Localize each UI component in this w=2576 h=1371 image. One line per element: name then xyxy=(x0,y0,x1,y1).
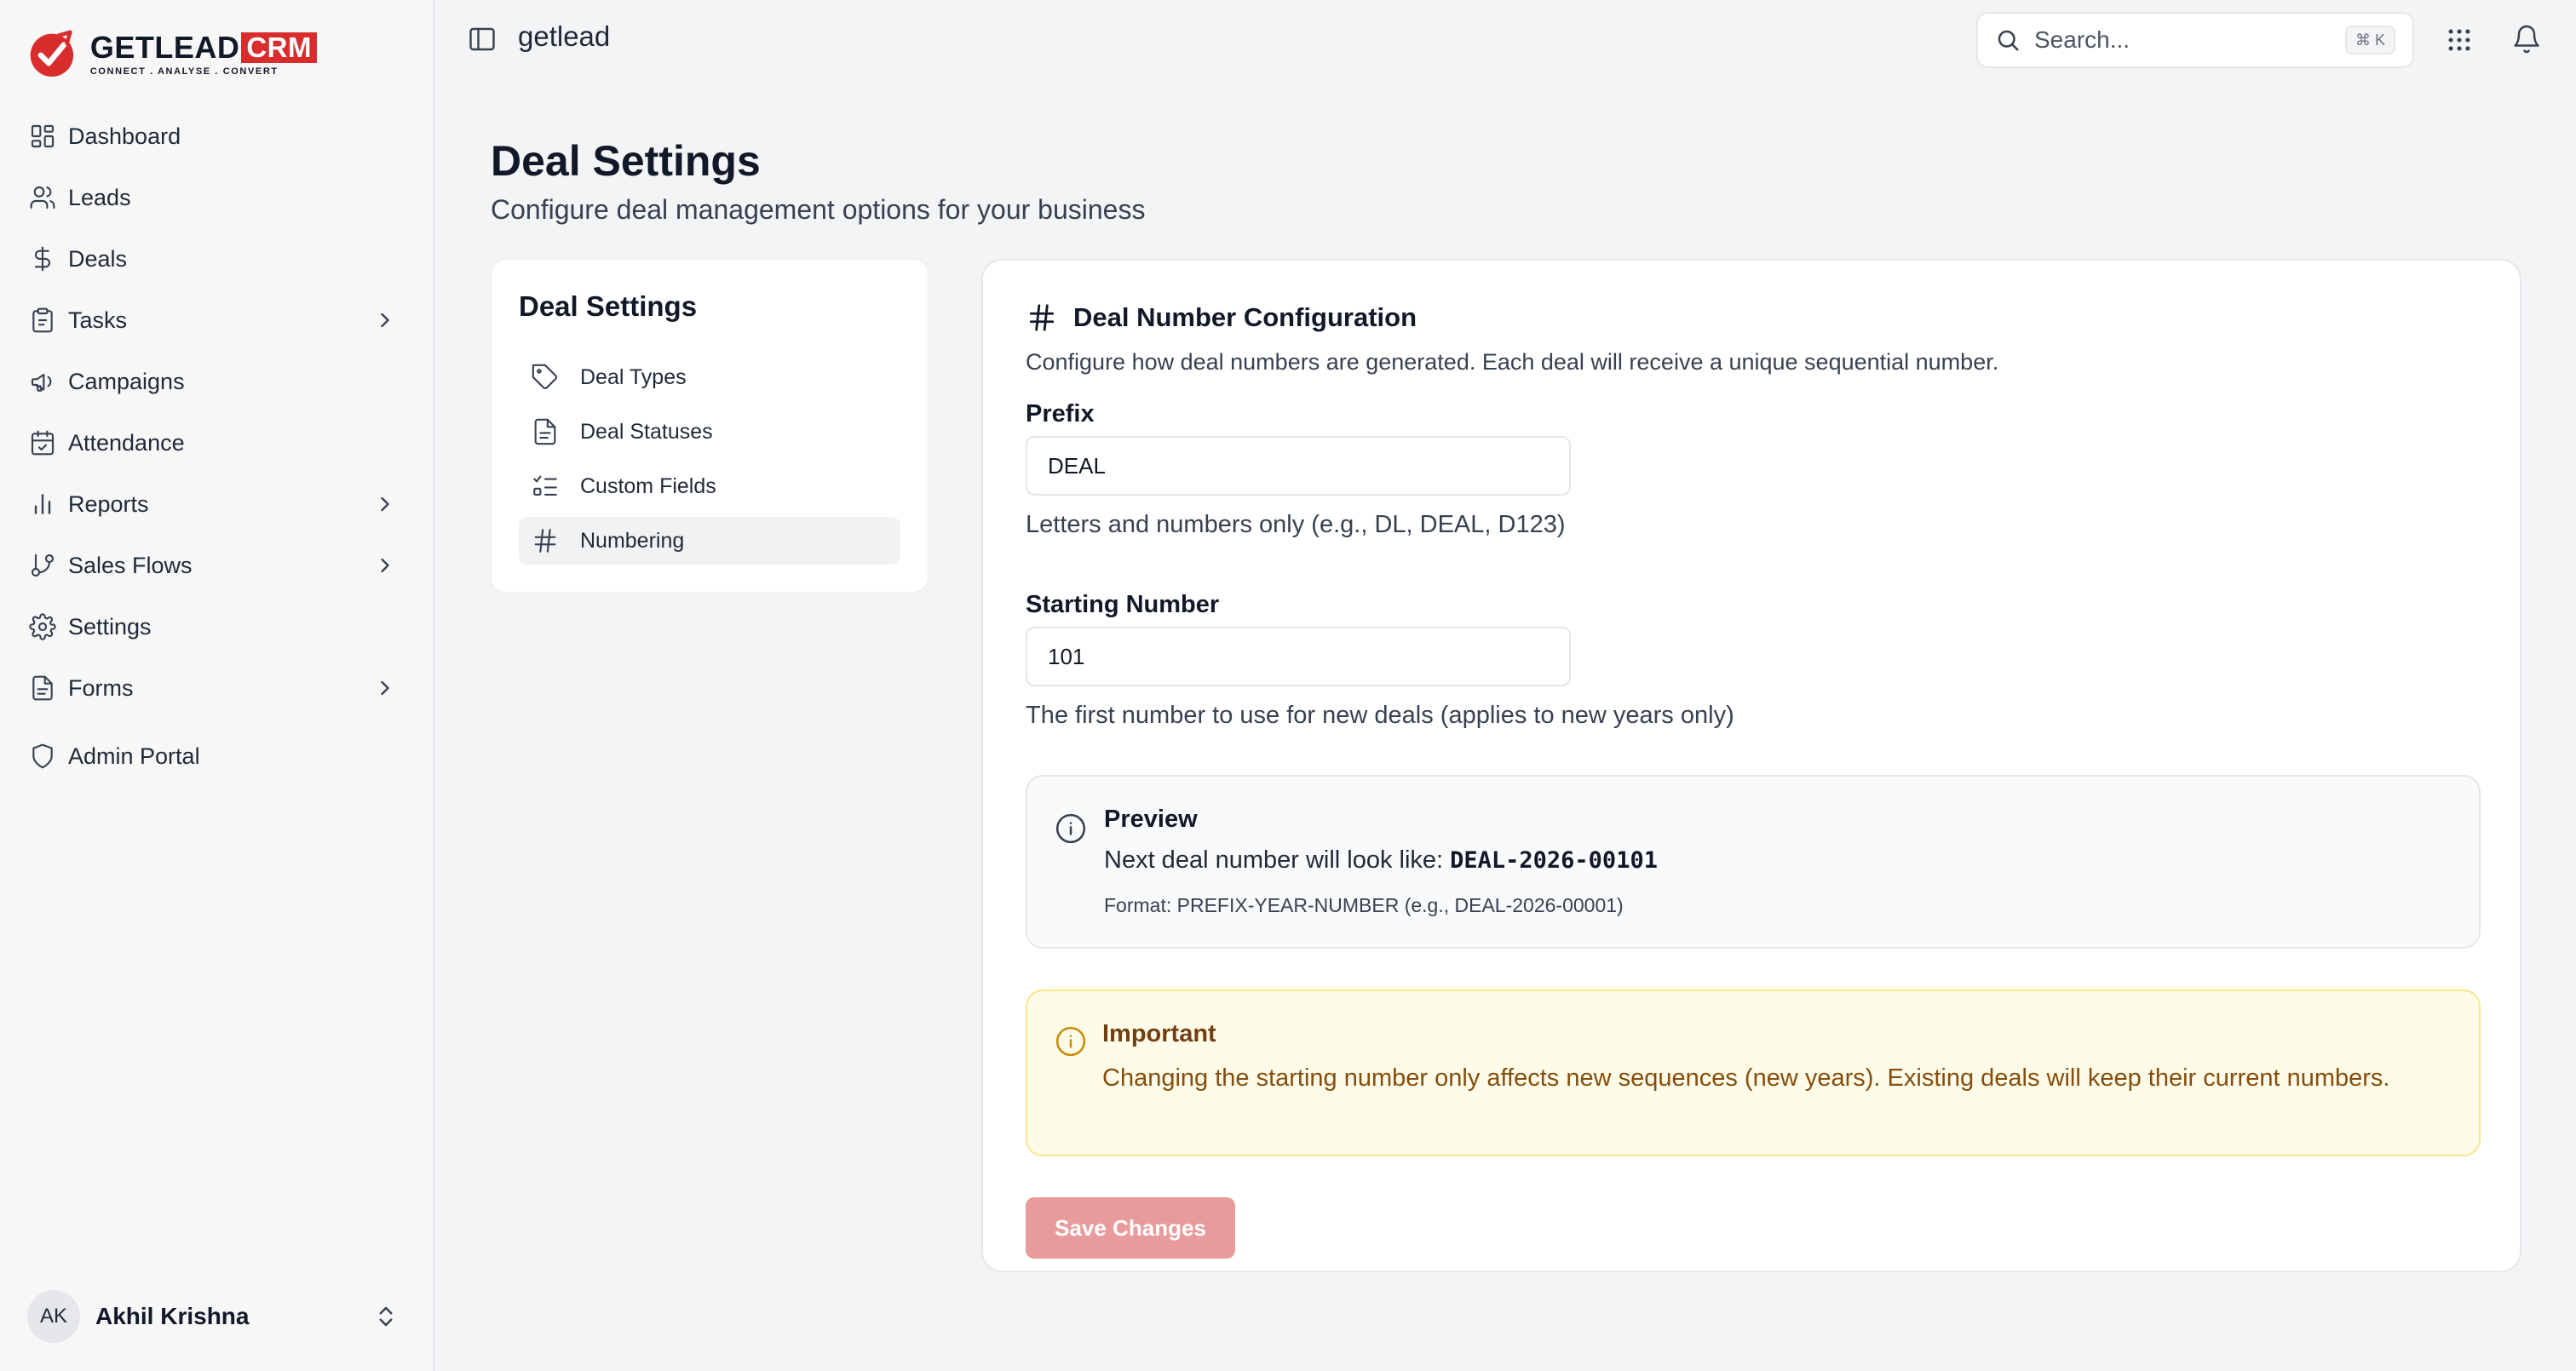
clipboard-icon xyxy=(32,307,53,333)
file-text-icon xyxy=(32,675,53,701)
prefix-input[interactable] xyxy=(1026,436,1571,496)
prefix-label: Prefix xyxy=(1026,400,1095,427)
sidebar-item-label: Deals xyxy=(68,245,128,272)
preview-box: Preview Next deal number will look like:… xyxy=(1026,775,2481,949)
sidebar-toggle-icon[interactable] xyxy=(467,24,497,54)
dollar-icon xyxy=(34,246,50,272)
deal-number-config-card: Deal Number Configuration Configure how … xyxy=(981,259,2521,1272)
important-title: Important xyxy=(1102,1020,1216,1047)
sidebar-item-label: Leads xyxy=(68,184,131,210)
user-name: Akhil Krishna xyxy=(95,1303,250,1329)
settings-menu-title: Deal Settings xyxy=(519,290,698,322)
sidebar-item-settings[interactable]: Settings xyxy=(15,601,419,652)
tag-icon xyxy=(532,364,558,390)
settings-menu-card: Deal Settings Deal Types Deal Statuses C… xyxy=(491,259,929,593)
search-input[interactable]: Search... ⌘ K xyxy=(1976,12,2414,68)
preview-line-label: Next deal number will look like: xyxy=(1104,846,1444,874)
info-icon xyxy=(1055,1026,1086,1057)
chevron-right-icon xyxy=(381,496,389,512)
preview-line: Next deal number will look like: DEAL-20… xyxy=(1104,846,1658,875)
search-placeholder: Search... xyxy=(2034,26,2130,53)
page-subtitle: Configure deal management options for yo… xyxy=(491,194,1146,225)
settings-menu-item-deal-types[interactable]: Deal Types xyxy=(519,353,900,401)
prefix-help-text: Letters and numbers only (e.g., DL, DEAL… xyxy=(1026,511,1566,538)
chevron-right-icon xyxy=(381,313,389,328)
chevrons-up-down-icon xyxy=(379,1306,393,1327)
hash-icon xyxy=(1029,304,1055,331)
sidebar-item-label: Sales Flows xyxy=(68,552,193,578)
sidebar-item-admin-portal[interactable]: Admin Portal xyxy=(15,731,419,782)
workspace-title: getlead xyxy=(518,20,611,52)
save-button[interactable]: Save Changes xyxy=(1026,1197,1235,1259)
settings-menu-item-numbering[interactable]: Numbering xyxy=(519,517,900,565)
section-title: Deal Number Configuration xyxy=(1073,302,1417,332)
section-header: Deal Number Configuration xyxy=(1026,301,1417,334)
important-alert: Important Changing the starting number o… xyxy=(1026,990,2481,1156)
settings-menu-item-deal-statuses[interactable]: Deal Statuses xyxy=(519,408,900,456)
preview-format: Format: PREFIX-YEAR-NUMBER (e.g., DEAL-2… xyxy=(1104,894,1624,916)
gear-icon xyxy=(29,613,56,640)
settings-menu-label: Deal Statuses xyxy=(580,419,713,444)
important-message: Changing the starting number only affect… xyxy=(1102,1064,2390,1092)
starting-number-help-text: The first number to use for new deals (a… xyxy=(1026,702,1734,729)
sidebar-item-tasks[interactable]: Tasks xyxy=(15,295,419,346)
brand-logo[interactable]: GETLEAD CRM CONNECT . ANALYSE . CONVERT xyxy=(27,26,317,82)
sidebar-item-leads[interactable]: Leads xyxy=(15,172,419,223)
settings-menu-label: Numbering xyxy=(580,528,685,553)
brand-tagline: CONNECT . ANALYSE . CONVERT xyxy=(89,66,279,77)
calendar-check-icon xyxy=(31,430,55,456)
sidebar-item-label: Tasks xyxy=(68,307,128,333)
users-icon xyxy=(30,186,55,209)
file-icon xyxy=(534,418,556,445)
sidebar-item-sales-flows[interactable]: Sales Flows xyxy=(15,540,419,591)
sidebar-item-reports[interactable]: Reports xyxy=(15,479,419,530)
sidebar-item-dashboard[interactable]: Dashboard xyxy=(15,111,419,162)
sidebar-item-label: Forms xyxy=(68,674,134,701)
user-menu[interactable]: AK Akhil Krishna xyxy=(15,1290,419,1343)
sidebar-item-label: Admin Portal xyxy=(68,743,200,769)
git-branch-icon xyxy=(31,554,55,577)
settings-menu-label: Deal Types xyxy=(580,364,687,389)
starting-number-input[interactable] xyxy=(1026,627,1571,686)
search-icon xyxy=(1998,30,2019,51)
search-shortcut-badge: ⌘ K xyxy=(2344,26,2395,54)
sidebar-item-deals[interactable]: Deals xyxy=(15,233,419,284)
section-description: Configure how deal numbers are generated… xyxy=(1026,349,1999,375)
sidebar-item-campaigns[interactable]: Campaigns xyxy=(15,356,419,407)
starting-number-label: Starting Number xyxy=(1026,591,1220,618)
avatar: AK xyxy=(27,1290,80,1343)
bell-icon[interactable] xyxy=(2511,24,2542,54)
megaphone-icon xyxy=(31,373,52,392)
list-checks-icon xyxy=(533,475,557,496)
sidebar-item-attendance[interactable]: Attendance xyxy=(15,417,419,468)
settings-menu-item-custom-fields[interactable]: Custom Fields xyxy=(519,462,900,510)
sidebar-item-forms[interactable]: Forms xyxy=(15,663,419,714)
chevron-right-icon xyxy=(381,558,389,573)
brand-name: GETLEAD xyxy=(89,29,240,65)
hash-icon xyxy=(534,529,556,553)
sidebar-item-label: Reports xyxy=(68,490,149,517)
page-title: Deal Settings xyxy=(491,137,761,185)
sidebar: GETLEAD CRM CONNECT . ANALYSE . CONVERT … xyxy=(0,0,434,1371)
settings-menu-label: Custom Fields xyxy=(580,473,716,498)
logo-check-icon xyxy=(30,30,74,77)
sidebar-item-label: Campaigns xyxy=(68,368,185,394)
shield-icon xyxy=(32,743,53,769)
sidebar-item-label: Attendance xyxy=(68,429,185,456)
preview-title: Preview xyxy=(1104,806,1198,833)
apps-grid-icon[interactable] xyxy=(2445,26,2474,54)
brand-badge: CRM xyxy=(241,32,317,63)
bar-chart-icon xyxy=(34,494,51,514)
chevron-right-icon xyxy=(381,680,389,696)
sidebar-item-label: Settings xyxy=(68,613,152,640)
info-icon xyxy=(1055,813,1086,844)
grid-icon xyxy=(31,124,55,148)
preview-example-number: DEAL-2026-00101 xyxy=(1450,847,1658,874)
top-bar: getlead Search... ⌘ K xyxy=(436,0,2576,80)
sidebar-item-label: Dashboard xyxy=(68,123,181,149)
